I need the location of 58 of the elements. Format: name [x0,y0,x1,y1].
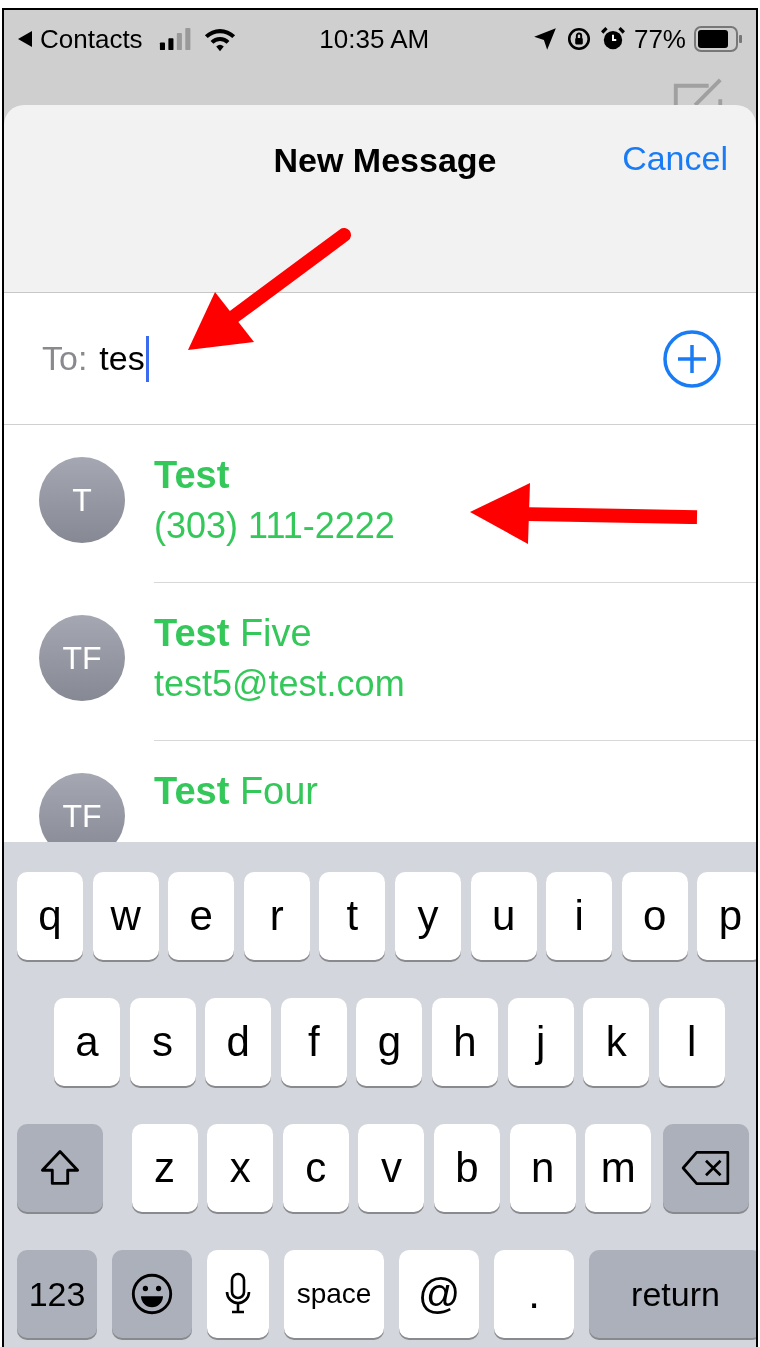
add-contact-icon[interactable] [662,328,722,389]
keyboard-key[interactable]: r [243,872,310,960]
keyboard-key[interactable]: b [433,1124,500,1212]
cancel-button[interactable]: Cancel [622,139,728,178]
avatar: T [39,457,125,543]
contact-detail: (303) 111-2222 [154,504,395,548]
keyboard-key[interactable]: i [546,872,613,960]
to-label: To: [42,339,88,378]
keyboard-key[interactable]: n [509,1124,576,1212]
recipient-field[interactable]: tes [99,335,662,382]
back-label[interactable]: Contacts [40,23,143,55]
return-key[interactable]: return [589,1250,756,1338]
backspace-icon [679,1149,732,1187]
keyboard-key[interactable]: u [470,872,537,960]
keyboard-key[interactable]: j [507,998,574,1086]
alarm-icon [599,26,626,52]
keyboard-key[interactable]: v [358,1124,425,1212]
keyboard-key[interactable]: . [494,1250,574,1338]
keyboard-key[interactable]: k [583,998,650,1086]
back-icon[interactable] [18,31,32,47]
keyboard-key[interactable]: g [356,998,423,1086]
avatar: TF [39,615,125,701]
contact-name: Test [154,453,230,498]
contact-detail: test5@test.com [154,662,405,706]
avatar: TF [39,773,125,842]
keyboard-key[interactable]: f [280,998,347,1086]
sheet-title: New Message [273,141,497,181]
keyboard-key[interactable]: m [585,1124,652,1212]
keyboard-key[interactable]: w [92,872,159,960]
contact-name: Test Four [154,769,319,814]
wifi-icon [202,26,237,52]
status-time: 10:35 AM [319,23,430,55]
dictation-key[interactable] [207,1250,269,1338]
battery-percent: 77% [633,23,686,55]
keyboard-key[interactable]: x [207,1124,274,1212]
keyboard-key[interactable]: d [205,998,272,1086]
keyboard-key[interactable]: s [129,998,196,1086]
keyboard-key[interactable]: o [621,872,688,960]
keyboard-key[interactable]: h [431,998,498,1086]
keyboard-key[interactable]: l [658,998,725,1086]
keyboard-key[interactable]: p [697,872,756,960]
shift-key[interactable] [17,1124,103,1212]
space-key[interactable]: space [284,1250,384,1338]
keyboard-key[interactable]: q [17,872,83,960]
contact-name: Test Five [154,611,312,656]
keyboard-key[interactable]: e [168,872,235,960]
emoji-key[interactable] [112,1250,192,1338]
numbers-key[interactable]: 123 [17,1250,97,1338]
keyboard-key[interactable]: y [394,872,461,960]
keyboard-key[interactable]: c [282,1124,349,1212]
delete-key[interactable] [662,1124,749,1212]
rotation-lock-icon [565,26,592,52]
emoji-icon [130,1272,174,1316]
keyboard-key[interactable]: @ [399,1250,479,1338]
keyboard-key[interactable]: t [319,872,386,960]
keyboard-key[interactable]: z [131,1124,198,1212]
keyboard-key[interactable]: a [54,998,120,1086]
battery-icon [694,26,744,52]
